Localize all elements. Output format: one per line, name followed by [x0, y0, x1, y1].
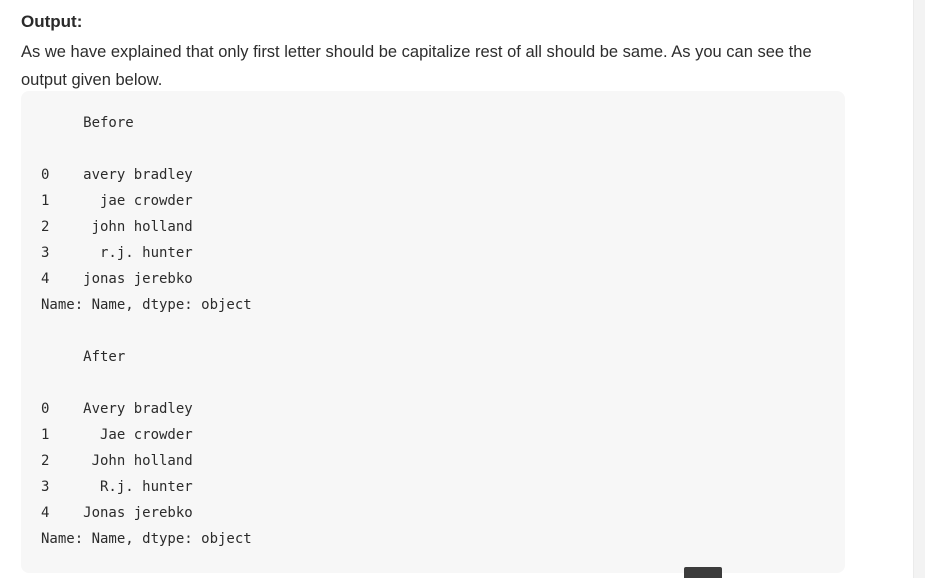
code-line-after-row-4: 4 Jonas jerebko	[41, 505, 193, 521]
code-line-before-row-3: 3 r.j. hunter	[41, 245, 193, 261]
code-line-before-row-4: 4 jonas jerebko	[41, 271, 193, 287]
code-line-after-dtype: Name: Name, dtype: object	[41, 531, 252, 547]
code-line-after-label: After	[41, 349, 126, 365]
output-heading: Output:	[21, 12, 83, 31]
code-line-before-row-0: 0 avery bradley	[41, 167, 193, 183]
scrollbar-track[interactable]	[913, 0, 925, 578]
code-line-after-row-3: 3 R.j. hunter	[41, 479, 193, 495]
floating-tab-handle[interactable]	[684, 567, 722, 578]
code-line-before-label: Before	[41, 115, 134, 131]
code-line-after-row-2: 2 John holland	[41, 453, 193, 469]
code-output-block: Before 0 avery bradley 1 jae crowder 2 j…	[21, 91, 845, 573]
code-line-before-dtype: Name: Name, dtype: object	[41, 297, 252, 313]
code-line-after-row-0: 0 Avery bradley	[41, 401, 193, 417]
output-description: As we have explained that only first let…	[21, 43, 812, 89]
code-line-before-row-1: 1 jae crowder	[41, 193, 193, 209]
code-line-after-row-1: 1 Jae crowder	[41, 427, 193, 443]
code-line-before-row-2: 2 john holland	[41, 219, 193, 235]
